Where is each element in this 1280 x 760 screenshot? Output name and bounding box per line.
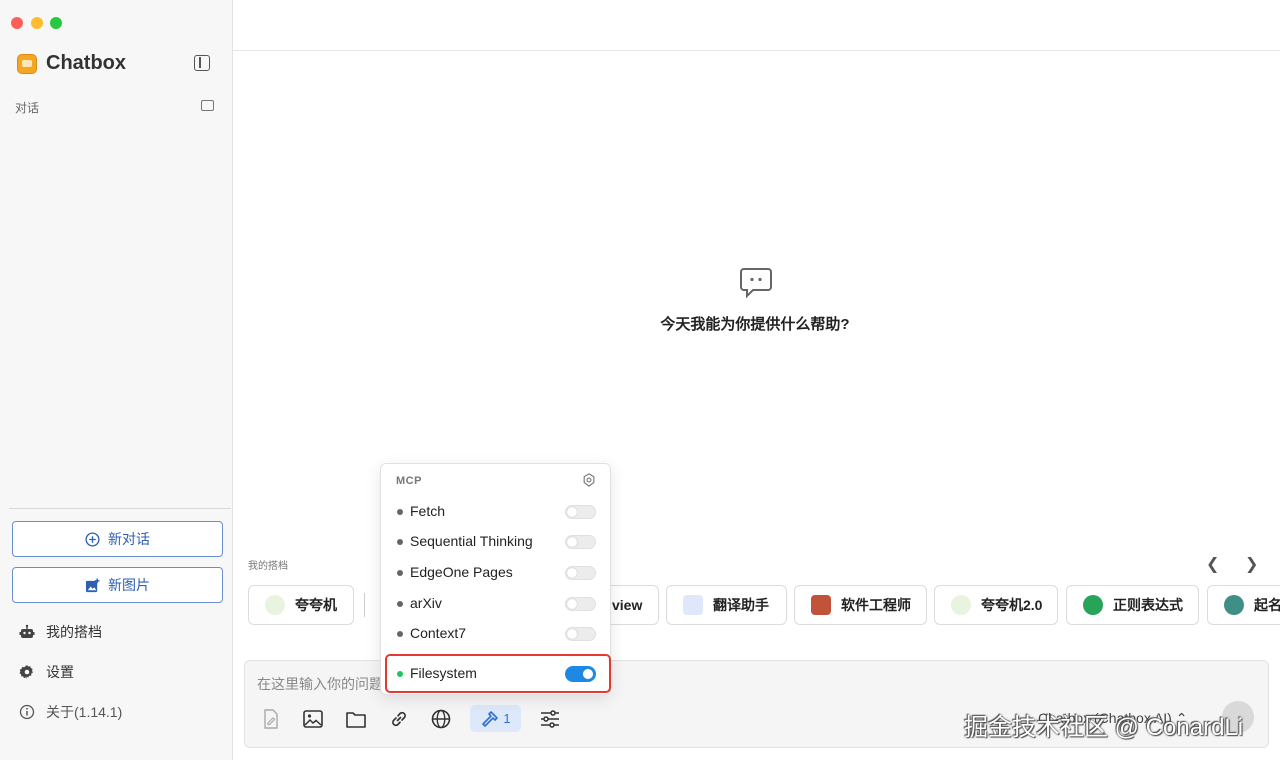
mcp-server-toggle[interactable] xyxy=(565,627,596,641)
copilot-avatar-icon xyxy=(683,595,703,615)
mcp-server-name: Context7 xyxy=(410,625,467,641)
mcp-server-sequential-thinking[interactable]: Sequential Thinking xyxy=(381,527,610,557)
robot-icon xyxy=(19,624,35,638)
status-dot xyxy=(397,631,403,637)
mcp-server-toggle[interactable] xyxy=(565,597,596,611)
copilots-section-label: 我的搭档 xyxy=(248,561,288,572)
attach-file-icon[interactable] xyxy=(258,706,284,732)
mcp-server-edgeone-pages[interactable]: EdgeOne Pages xyxy=(381,558,610,588)
plus-circle-icon xyxy=(85,531,100,547)
copilot-chip[interactable]: 正则表达式 xyxy=(1066,585,1199,625)
mcp-server-name: Sequential Thinking xyxy=(410,533,533,549)
sidebar-item-label: 设置 xyxy=(46,664,74,680)
gear-icon[interactable] xyxy=(582,473,596,487)
copilot-chip[interactable]: 软件工程师 xyxy=(794,585,927,625)
copilot-chip[interactable]: 起名 xyxy=(1207,585,1280,625)
chat-input-placeholder[interactable]: 在这里输入你的问题 xyxy=(257,674,383,694)
conversations-label: 对话 xyxy=(15,101,40,115)
collapse-sidebar-icon[interactable] xyxy=(194,55,210,71)
mcp-server-toggle[interactable] xyxy=(565,505,596,519)
copilot-chip[interactable]: 夸夸机2.0 xyxy=(934,585,1058,625)
chevron-right-icon[interactable]: ❯ xyxy=(1245,554,1258,574)
minimize-window-button[interactable] xyxy=(31,17,43,29)
status-dot xyxy=(397,539,403,545)
chat-bubble-icon xyxy=(740,268,772,299)
copilot-chip[interactable]: 夸夸机 xyxy=(248,585,354,625)
copilot-avatar-icon xyxy=(1224,595,1244,615)
info-icon xyxy=(19,704,35,720)
copilot-avatar-icon xyxy=(951,595,971,615)
mcp-tools-button[interactable]: 1 xyxy=(470,705,521,732)
mcp-enabled-count: 1 xyxy=(503,711,511,726)
new-image-label: 新图片 xyxy=(108,577,150,593)
copilot-name: 正则表达式 xyxy=(1113,597,1183,613)
chevron-left-icon[interactable]: ❮ xyxy=(1206,554,1219,574)
sidebar-divider xyxy=(9,508,231,509)
copilot-avatar-icon xyxy=(811,595,831,615)
archive-icon[interactable] xyxy=(201,100,214,111)
status-dot xyxy=(397,570,403,576)
chatbox-logo-icon xyxy=(17,54,37,74)
copilot-name: 起名 xyxy=(1254,597,1280,613)
new-chat-label: 新对话 xyxy=(108,531,150,547)
add-image-icon xyxy=(85,577,100,592)
new-chat-button[interactable]: 新对话 xyxy=(12,521,223,557)
sidebar-item-label: 关于(1.14.1) xyxy=(46,704,123,720)
mcp-popover-title: MCP xyxy=(396,475,422,487)
mcp-server-arxiv[interactable]: arXiv xyxy=(381,589,610,619)
mcp-server-name: arXiv xyxy=(410,595,442,611)
watermark-text: 掘金技术社区 @ ConardLi xyxy=(964,714,1244,741)
copilot-name: 软件工程师 xyxy=(841,597,911,613)
app-title: Chatbox xyxy=(46,52,126,74)
new-image-button[interactable]: 新图片 xyxy=(12,567,223,603)
close-window-button[interactable] xyxy=(11,17,23,29)
folder-icon[interactable] xyxy=(343,706,369,732)
welcome-message: 今天我能为你提供什么帮助? xyxy=(660,316,850,333)
sidebar-item-copilots[interactable]: 我的搭档 xyxy=(19,622,102,642)
sidebar-item-about[interactable]: 关于(1.14.1) xyxy=(19,702,122,722)
mcp-server-toggle[interactable] xyxy=(565,535,596,549)
mcp-server-name: Fetch xyxy=(410,503,446,519)
gear-icon xyxy=(19,665,33,679)
zoom-window-button[interactable] xyxy=(50,17,62,29)
globe-icon[interactable] xyxy=(428,706,454,732)
copilot-name: 夸夸机2.0 xyxy=(981,597,1043,613)
copilot-chip[interactable]: 翻译助手 xyxy=(666,585,787,625)
sidebar-item-label: 我的搭档 xyxy=(46,624,102,640)
sidebar-item-settings[interactable]: 设置 xyxy=(19,662,74,682)
link-icon[interactable] xyxy=(386,706,412,732)
settings-sliders-icon[interactable] xyxy=(537,706,563,732)
hammer-icon xyxy=(482,710,499,727)
copilot-avatar-icon xyxy=(1083,595,1103,615)
copilot-name: 翻译助手 xyxy=(713,597,769,613)
status-dot xyxy=(397,509,403,515)
mcp-server-toggle[interactable] xyxy=(565,566,596,580)
chip-separator xyxy=(364,593,365,617)
mcp-server-name: EdgeOne Pages xyxy=(410,564,513,580)
copilot-name: 夸夸机 xyxy=(295,597,337,613)
mcp-server-context7[interactable]: Context7 xyxy=(381,619,610,649)
sidebar: Chatbox 对话 新对话 新图片 我的搭档 设置 关于(1.14.1) xyxy=(0,0,233,760)
mcp-server-fetch[interactable]: Fetch xyxy=(381,497,610,527)
image-icon[interactable] xyxy=(300,706,326,732)
copilot-name: view xyxy=(612,597,643,613)
copilot-avatar-icon xyxy=(265,595,285,615)
header-divider xyxy=(233,50,1280,51)
filesystem-highlight-box xyxy=(385,654,611,693)
status-dot xyxy=(397,601,403,607)
